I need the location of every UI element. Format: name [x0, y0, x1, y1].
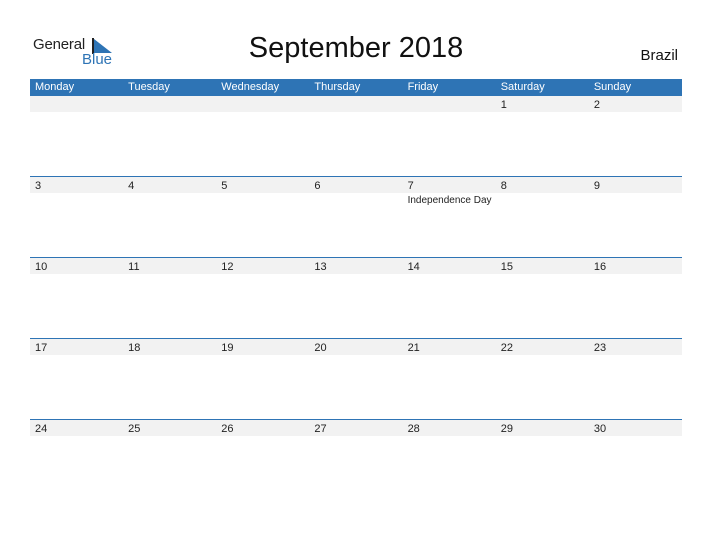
day-cell: 14 [403, 257, 496, 338]
day-cell: 6 [309, 176, 402, 257]
day-number: 26 [221, 423, 234, 435]
day-number: 28 [407, 423, 420, 435]
day-cell: 4 [123, 176, 216, 257]
day-cell: 22 [496, 338, 589, 419]
day-cell: 18 [123, 338, 216, 419]
day-cell: 13 [309, 257, 402, 338]
day-number: 12 [221, 261, 234, 273]
day-cell: 29 [496, 419, 589, 500]
weekday-thursday: Thursday [314, 81, 361, 93]
day-cell: 19 [216, 338, 309, 419]
weekday-sunday: Sunday [593, 81, 632, 93]
day-number: 2 [593, 99, 600, 111]
day-number: 9 [593, 180, 600, 192]
day-cell: 20 [309, 338, 402, 419]
day-number: 13 [314, 261, 327, 273]
day-cell [309, 96, 402, 177]
day-number: 6 [314, 180, 321, 192]
weekday-friday: Friday [407, 81, 439, 93]
day-cell: 7 Independence Day [403, 176, 496, 257]
page-title: September 2018 [248, 32, 464, 64]
weekday-monday: Monday [35, 81, 75, 93]
weekday-header: Monday Tuesday Wednesday Thursday Friday… [30, 79, 682, 96]
day-cell: 10 [30, 257, 123, 338]
day-number: 5 [221, 180, 228, 192]
week-row: 24 25 26 27 28 29 30 [30, 419, 682, 500]
day-number: 14 [407, 261, 420, 273]
day-number: 8 [500, 180, 507, 192]
day-number: 4 [128, 180, 135, 192]
day-cell: 17 [30, 338, 123, 419]
day-number: 24 [35, 423, 48, 435]
day-number: 30 [593, 423, 607, 435]
day-number: 18 [128, 342, 141, 354]
holiday-label: Independence Day [407, 195, 492, 206]
weekday-wednesday: Wednesday [221, 81, 280, 93]
day-cell: 28 [403, 419, 496, 500]
day-cell [403, 96, 496, 177]
day-cell: 11 [123, 257, 216, 338]
day-cell: 26 [216, 419, 309, 500]
day-cell: 9 [589, 176, 682, 257]
day-cell: 23 [589, 338, 682, 419]
day-cell: 15 [496, 257, 589, 338]
day-number: 25 [128, 423, 141, 435]
day-cell: 21 [403, 338, 496, 419]
day-number: 11 [128, 261, 140, 273]
day-cell: 27 [309, 419, 402, 500]
country-label: Brazil [640, 47, 678, 64]
day-number: 1 [500, 99, 507, 111]
day-cell [216, 96, 309, 177]
day-number: 17 [35, 342, 48, 354]
day-number: 3 [35, 180, 42, 192]
day-cell: 3 [30, 176, 123, 257]
day-cell: 25 [123, 419, 216, 500]
weekday-saturday: Saturday [500, 81, 545, 93]
week-row: 17 18 19 20 21 22 23 [30, 338, 682, 419]
day-number: 23 [593, 342, 607, 354]
day-cell: 8 [496, 176, 589, 257]
day-cell: 24 [30, 419, 123, 500]
weekday-tuesday: Tuesday [128, 81, 170, 93]
day-cell: 1 [496, 96, 589, 177]
day-number: 10 [35, 261, 48, 273]
day-cell [123, 96, 216, 177]
week-row: 12 [30, 96, 682, 177]
day-number: 19 [221, 342, 234, 354]
day-cell: 2 [589, 96, 682, 177]
week-row: 3 4 5 6 7 Independence Day 8 9 [30, 176, 682, 257]
day-cell: 5 [216, 176, 309, 257]
day-number: 21 [407, 342, 420, 354]
day-number: 15 [500, 261, 513, 273]
day-number: 20 [314, 342, 327, 354]
day-cell [30, 96, 123, 177]
week-row: 10 11 12 13 14 15 16 [30, 257, 682, 338]
day-number: 29 [500, 423, 513, 435]
day-cell: 30 [589, 419, 682, 500]
day-number: 16 [593, 261, 607, 273]
day-number: 27 [314, 423, 327, 435]
day-number: 7 [407, 180, 414, 192]
day-number: 22 [500, 342, 513, 354]
day-cell: 12 [216, 257, 309, 338]
day-cell: 16 [589, 257, 682, 338]
